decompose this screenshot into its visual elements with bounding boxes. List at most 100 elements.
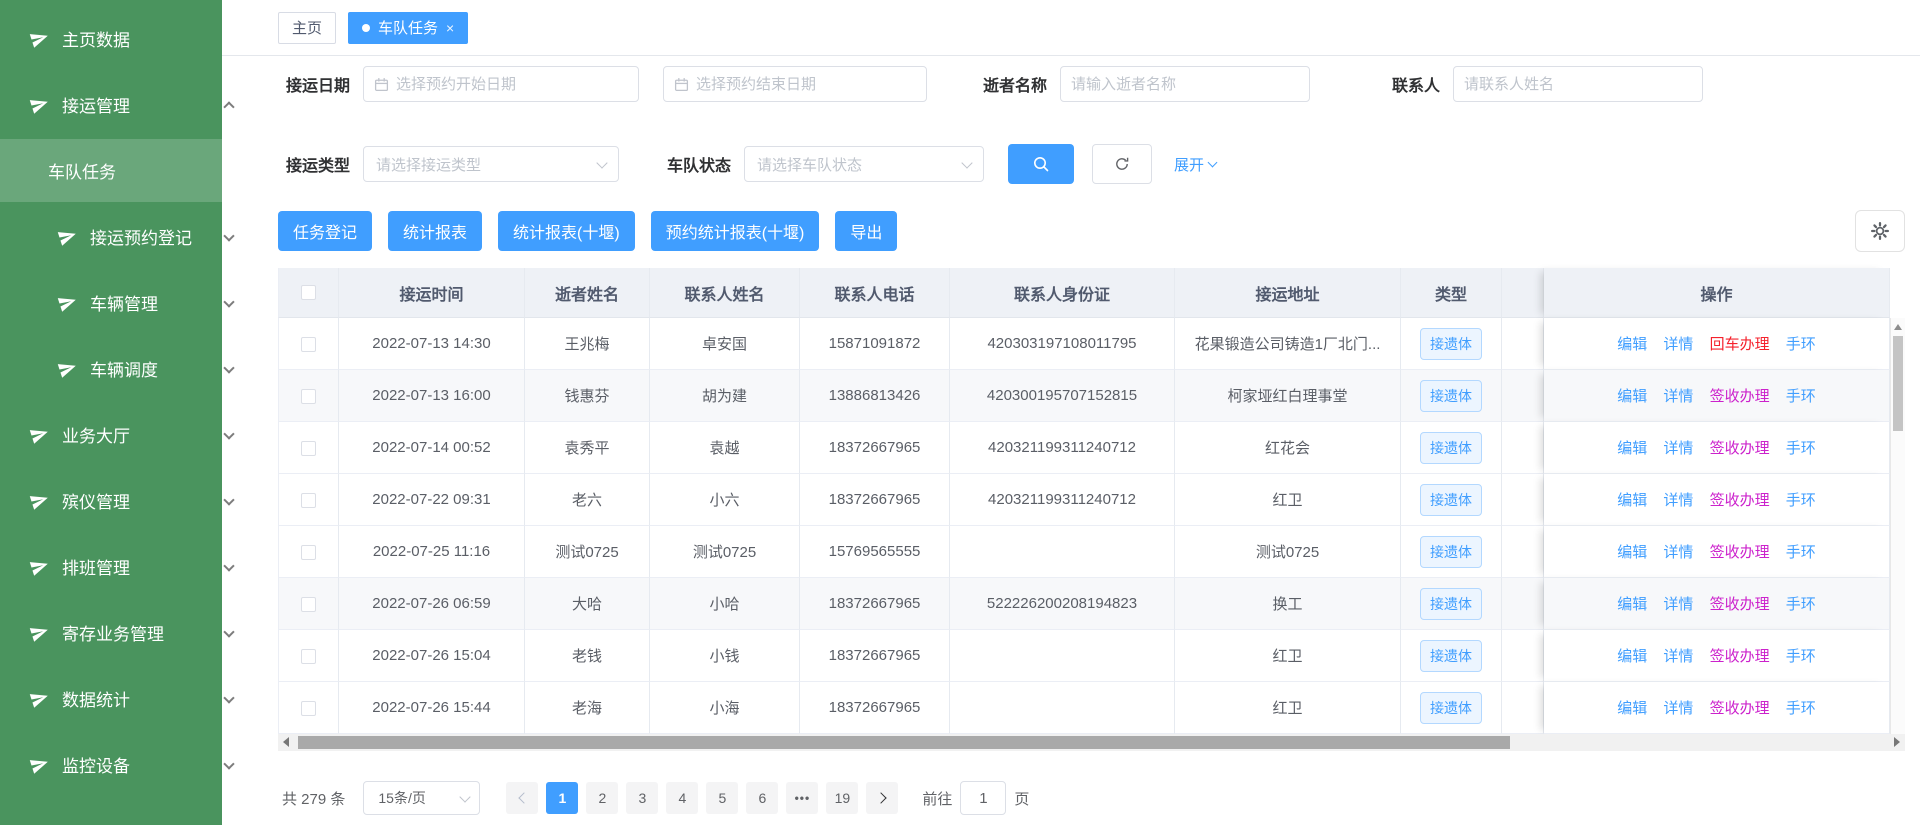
refresh-button[interactable]	[1092, 144, 1152, 184]
horizontal-scrollbar[interactable]	[278, 734, 1905, 751]
row-checkbox[interactable]	[301, 597, 316, 612]
reservation-stats-report-shiyan-button[interactable]: 预约统计报表(十堰)	[651, 211, 820, 251]
sidebar-item-storage-business[interactable]: 寄存业务管理	[0, 601, 248, 664]
sidebar-item-data-statistics[interactable]: 数据统计	[0, 667, 248, 730]
wristband-link[interactable]: 手环	[1786, 440, 1816, 457]
export-button[interactable]: 导出	[835, 211, 897, 251]
scroll-right-icon[interactable]	[1894, 737, 1900, 747]
cell-deceased-name: 钱惠芬	[525, 370, 650, 422]
edit-link[interactable]: 编辑	[1617, 388, 1647, 405]
row-checkbox[interactable]	[301, 441, 316, 456]
cell-type: 接遗体	[1401, 526, 1502, 578]
row-checkbox[interactable]	[301, 493, 316, 508]
table-row: 2022-07-13 14:30 王兆梅 卓安国 15871091872 420…	[278, 318, 1890, 370]
sidebar-item-business-hall[interactable]: 业务大厅	[0, 403, 248, 466]
vertical-scrollbar-thumb[interactable]	[1893, 336, 1903, 431]
close-icon[interactable]: ×	[446, 21, 454, 35]
sidebar-item-monitoring-devices[interactable]: 监控设备	[0, 733, 248, 796]
page-button-3[interactable]: 3	[626, 782, 658, 814]
wristband-link[interactable]: 手环	[1786, 492, 1816, 509]
pickup-date-start-input[interactable]	[363, 66, 639, 102]
row-checkbox[interactable]	[301, 389, 316, 404]
return-vehicle-link[interactable]: 回车办理	[1710, 336, 1770, 353]
pickup-type-select[interactable]: 请选择接运类型	[363, 146, 619, 182]
scroll-left-icon[interactable]	[283, 737, 289, 747]
edit-link[interactable]: 编辑	[1617, 440, 1647, 457]
select-all-checkbox[interactable]	[301, 285, 316, 300]
task-register-button[interactable]: 任务登记	[278, 211, 372, 251]
edit-link[interactable]: 编辑	[1617, 544, 1647, 561]
cell-type: 接遗体	[1401, 370, 1502, 422]
goto-page-input[interactable]	[960, 781, 1006, 815]
page-button-4[interactable]: 4	[666, 782, 698, 814]
deceased-name-input[interactable]	[1060, 66, 1310, 102]
detail-link[interactable]: 详情	[1663, 700, 1693, 717]
contact-name-input[interactable]	[1453, 66, 1703, 102]
pickup-date-end-input[interactable]	[663, 66, 927, 102]
sign-receipt-link[interactable]: 签收办理	[1710, 596, 1770, 613]
page-button-5[interactable]: 5	[706, 782, 738, 814]
scroll-up-icon[interactable]	[1894, 324, 1902, 330]
row-checkbox[interactable]	[301, 545, 316, 560]
vertical-scrollbar[interactable]	[1890, 318, 1905, 751]
page-button-19[interactable]: 19	[826, 782, 858, 814]
tab-fleet-tasks[interactable]: 车队任务 ×	[348, 12, 468, 44]
sidebar-item-fleet-tasks[interactable]: 车队任务	[0, 139, 248, 202]
detail-link[interactable]: 详情	[1663, 388, 1693, 405]
sidebar-item-home-data[interactable]: 主页数据	[0, 7, 248, 70]
detail-link[interactable]: 详情	[1663, 336, 1693, 353]
detail-link[interactable]: 详情	[1663, 440, 1693, 457]
sign-receipt-link[interactable]: 签收办理	[1710, 388, 1770, 405]
sign-receipt-link[interactable]: 签收办理	[1710, 648, 1770, 665]
sidebar-item-vehicle-management[interactable]: 车辆管理	[0, 271, 248, 334]
edit-link[interactable]: 编辑	[1617, 492, 1647, 509]
settings-button[interactable]	[1855, 210, 1905, 252]
detail-link[interactable]: 详情	[1663, 544, 1693, 561]
sidebar-item-funeral-management[interactable]: 殡仪管理	[0, 469, 248, 532]
detail-link[interactable]: 详情	[1663, 492, 1693, 509]
sign-receipt-link[interactable]: 签收办理	[1710, 440, 1770, 457]
edit-link[interactable]: 编辑	[1617, 648, 1647, 665]
row-checkbox[interactable]	[301, 649, 316, 664]
sidebar-item-transport-reservation[interactable]: 接运预约登记	[0, 205, 248, 268]
stats-report-button[interactable]: 统计报表	[388, 211, 482, 251]
edit-link[interactable]: 编辑	[1617, 596, 1647, 613]
cell-contact-phone: 18372667965	[800, 422, 950, 474]
search-button[interactable]	[1008, 144, 1074, 184]
page-button-6[interactable]: 6	[746, 782, 778, 814]
prev-page-button[interactable]	[506, 782, 538, 814]
chevron-down-icon	[223, 692, 234, 703]
sidebar-item-transport-management[interactable]: 接运管理	[0, 73, 248, 136]
sign-receipt-link[interactable]: 签收办理	[1710, 544, 1770, 561]
more-pages-button[interactable]: •••	[786, 782, 818, 814]
wristband-link[interactable]: 手环	[1786, 648, 1816, 665]
wristband-link[interactable]: 手环	[1786, 388, 1816, 405]
wristband-link[interactable]: 手环	[1786, 544, 1816, 561]
page-size-select[interactable]: 15条/页	[363, 781, 480, 815]
edit-link[interactable]: 编辑	[1617, 336, 1647, 353]
chevron-down-icon	[223, 494, 234, 505]
row-checkbox[interactable]	[301, 701, 316, 716]
page-button-2[interactable]: 2	[586, 782, 618, 814]
wristband-link[interactable]: 手环	[1786, 336, 1816, 353]
page-button-1[interactable]: 1	[546, 782, 578, 814]
sidebar-item-shift-management[interactable]: 排班管理	[0, 535, 248, 598]
wristband-link[interactable]: 手环	[1786, 596, 1816, 613]
row-checkbox[interactable]	[301, 337, 316, 352]
paper-plane-icon	[56, 291, 80, 315]
next-page-button[interactable]	[866, 782, 898, 814]
edit-link[interactable]: 编辑	[1617, 700, 1647, 717]
horizontal-scrollbar-thumb[interactable]	[298, 736, 1510, 749]
sidebar-item-vehicle-dispatch[interactable]: 车辆调度	[0, 337, 248, 400]
detail-link[interactable]: 详情	[1663, 596, 1693, 613]
stats-report-shiyan-button[interactable]: 统计报表(十堰)	[498, 211, 635, 251]
sign-receipt-link[interactable]: 签收办理	[1710, 700, 1770, 717]
expand-toggle[interactable]: 展开	[1174, 154, 1216, 175]
tab-home[interactable]: 主页	[278, 12, 336, 44]
pickup-date-label: 接运日期	[278, 72, 350, 96]
wristband-link[interactable]: 手环	[1786, 700, 1816, 717]
sign-receipt-link[interactable]: 签收办理	[1710, 492, 1770, 509]
cell-deceased-name: 测试0725	[525, 526, 650, 578]
detail-link[interactable]: 详情	[1663, 648, 1693, 665]
fleet-status-select[interactable]: 请选择车队状态	[744, 146, 984, 182]
